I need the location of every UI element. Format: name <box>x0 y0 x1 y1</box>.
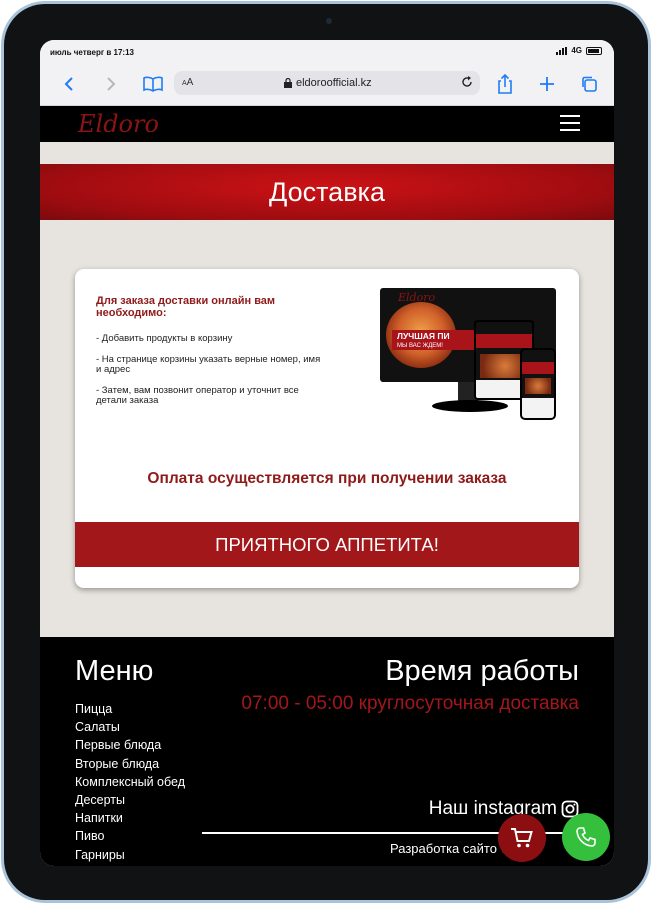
footer-menu-item[interactable]: Десерты <box>75 791 185 809</box>
delivery-step: - Добавить продукты в корзину <box>96 333 233 344</box>
cart-icon <box>511 828 533 848</box>
page-title-banner: Доставка <box>40 164 614 220</box>
instagram-link[interactable]: Наш instagram <box>429 798 579 820</box>
devices-mockup-image: Eldoro ЛУЧШАЯ ПИ МЫ ВАС ЖДЕМ! <box>380 288 560 422</box>
footer-menu-item[interactable]: Гарниры <box>75 846 185 864</box>
tablet-screen: июль четверг в 17:13 4G AA eldoroofficia… <box>40 40 614 866</box>
tabs-icon[interactable] <box>578 73 600 95</box>
footer-menu-title: Меню <box>75 655 154 687</box>
text-size-button[interactable]: AA <box>182 77 193 88</box>
mockup-banner: ЛУЧШАЯ ПИ МЫ ВАС ЖДЕМ! <box>392 330 486 350</box>
share-icon[interactable] <box>494 73 516 95</box>
signal-icon <box>556 46 568 55</box>
footer-menu-item[interactable]: Пицца <box>75 700 185 718</box>
phone-mockup <box>520 348 556 420</box>
tablet-device: июль четверг в 17:13 4G AA eldoroofficia… <box>1 1 651 903</box>
credits-text: Разработка сайто <box>390 841 497 856</box>
lock-icon <box>284 78 292 88</box>
delivery-step: - На странице корзины указать верные ном… <box>96 354 321 375</box>
footer-menu-item[interactable]: Пиво <box>75 827 185 845</box>
footer-menu-item[interactable]: Первые блюда <box>75 736 185 754</box>
footer-menu-item[interactable]: Комплексный обед <box>75 773 185 791</box>
site-logo[interactable]: Eldoro <box>78 110 159 138</box>
status-time: июль четверг в 17:13 <box>50 48 134 57</box>
page-title: Доставка <box>269 177 385 207</box>
tablet-bezel: июль четверг в 17:13 4G AA eldoroofficia… <box>4 4 648 900</box>
hamburger-menu-icon[interactable] <box>560 115 580 132</box>
appetite-banner: ПРИЯТНОГО АППЕТИТА! <box>75 522 579 567</box>
delivery-step: - Затем, вам позвонит оператор и уточнит… <box>96 385 299 406</box>
back-arrow-icon[interactable] <box>58 73 80 95</box>
browser-toolbar: AA eldoroofficial.kz <box>40 62 614 106</box>
url-display[interactable]: eldoroofficial.kz <box>284 77 372 89</box>
cart-button[interactable] <box>498 814 546 862</box>
delivery-steps: - Добавить продукты в корзину - На стран… <box>96 334 326 417</box>
network-type: 4G <box>571 46 582 55</box>
monitor-stand-base <box>432 400 508 412</box>
delivery-heading: Для заказа доставки онлайн вам необходим… <box>96 295 276 319</box>
working-hours-text: 07:00 - 05:00 круглосуточная доставка <box>241 693 579 714</box>
footer-menu-item[interactable]: Салаты <box>75 718 185 736</box>
phone-icon <box>576 827 596 847</box>
reload-icon[interactable] <box>460 75 474 92</box>
footer-menu-list: Пицца Салаты Первые блюда Вторые блюда К… <box>75 700 185 864</box>
working-hours-title: Время работы <box>385 655 579 687</box>
url-text: eldoroofficial.kz <box>296 77 372 89</box>
call-button[interactable] <box>562 813 610 861</box>
footer-menu-item[interactable]: Вторые блюда <box>75 755 185 773</box>
site-header: Eldoro <box>40 106 614 142</box>
front-camera <box>326 18 332 24</box>
new-tab-icon[interactable] <box>536 73 558 95</box>
payment-note: Оплата осуществляется при получении зака… <box>147 470 507 487</box>
status-bar: июль четверг в 17:13 4G <box>40 40 614 62</box>
status-indicators: 4G <box>556 46 602 55</box>
address-bar[interactable]: AA eldoroofficial.kz <box>174 71 480 95</box>
battery-icon <box>586 46 602 55</box>
instagram-label: Наш instagram <box>428 798 557 819</box>
forward-arrow-icon[interactable] <box>100 73 122 95</box>
bookmarks-icon[interactable] <box>142 73 164 95</box>
delivery-info-card: Для заказа доставки онлайн вам необходим… <box>75 269 579 588</box>
footer-menu-item[interactable]: Напитки <box>75 809 185 827</box>
